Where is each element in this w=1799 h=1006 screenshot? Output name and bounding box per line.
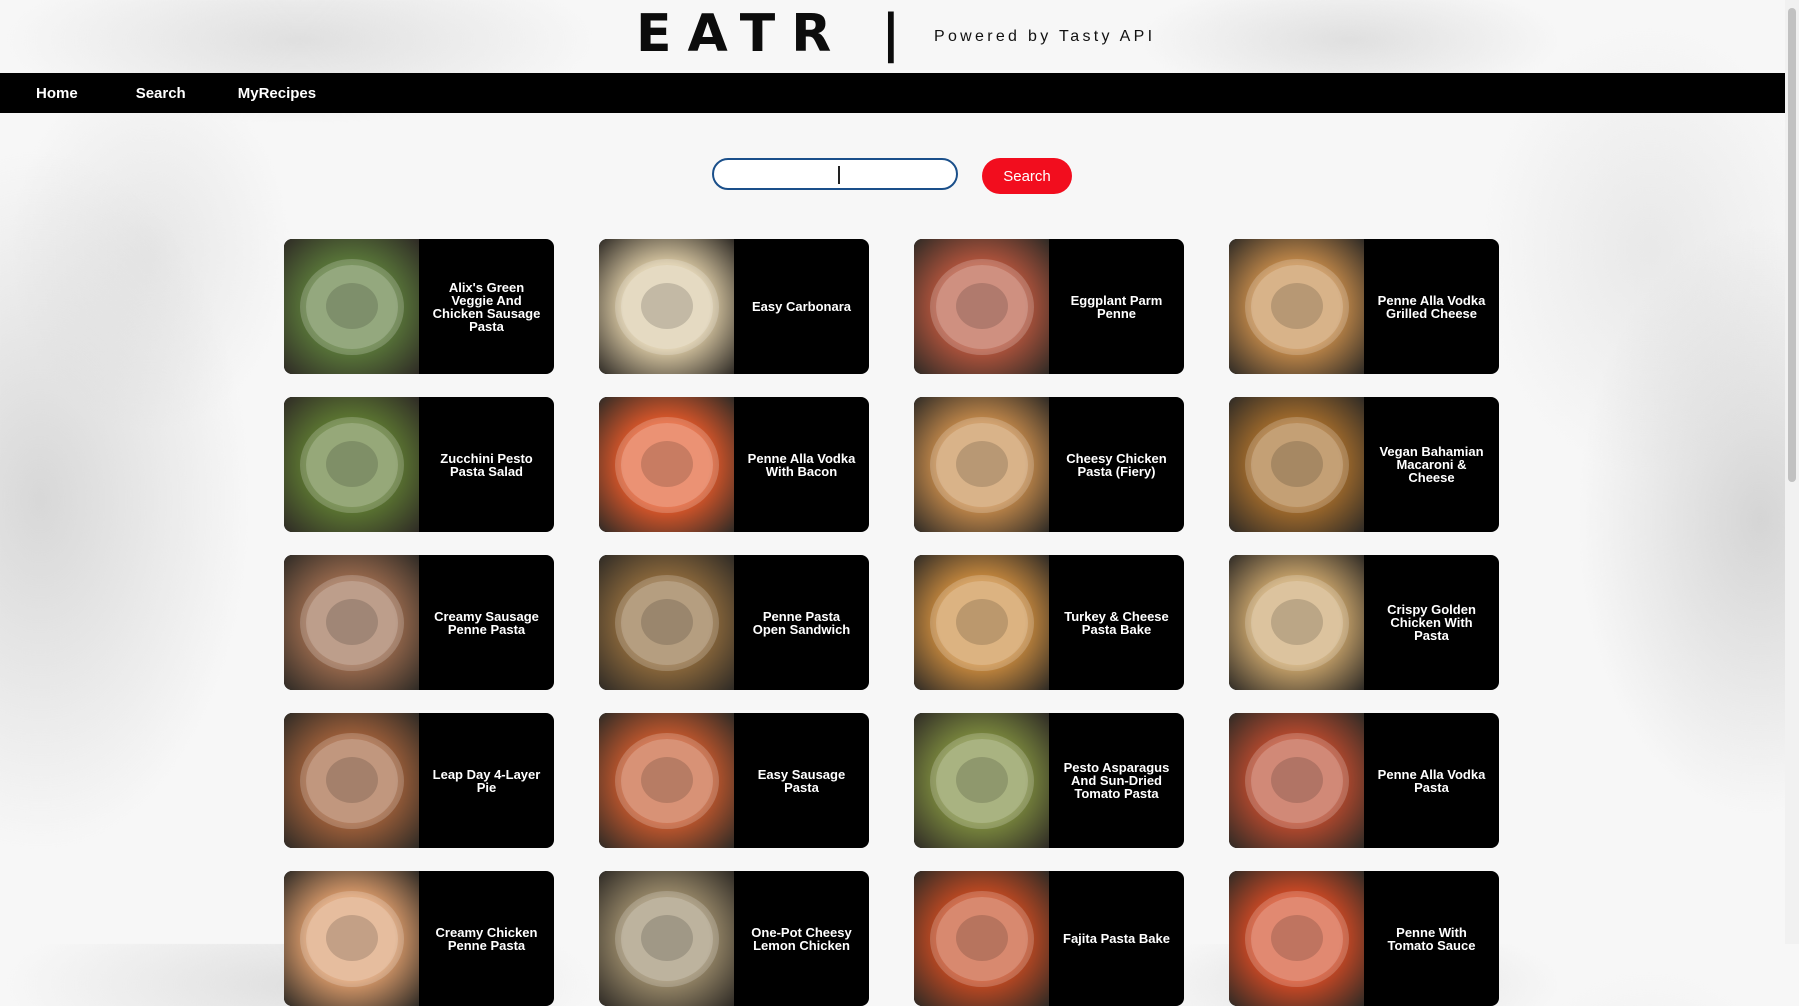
recipe-title: Penne Alla Vodka With Bacon [747, 450, 856, 479]
recipe-title: Penne Alla Vodka Pasta [1377, 766, 1486, 795]
recipe-image [599, 397, 734, 532]
recipe-title: Penne With Tomato Sauce [1387, 924, 1476, 953]
recipe-title: Leap Day 4-Layer Pie [432, 766, 541, 795]
recipe-card[interactable]: Turkey & Cheese Pasta Bake [914, 555, 1184, 690]
recipe-title: Pesto Asparagus And Sun-Dried Tomato Pas… [1063, 760, 1170, 801]
recipe-image [1229, 871, 1364, 1006]
tagline: Powered by Tasty API [934, 28, 1156, 45]
recipe-image [914, 239, 1049, 374]
recipe-card[interactable]: Pesto Asparagus And Sun-Dried Tomato Pas… [914, 713, 1184, 848]
recipe-image [599, 555, 734, 690]
recipe-title: Turkey & Cheese Pasta Bake [1064, 608, 1169, 637]
recipe-card[interactable]: Eggplant Parm Penne [914, 239, 1184, 374]
recipe-title: One-Pot Cheesy Lemon Chicken [751, 924, 852, 953]
recipe-card[interactable]: Penne Alla Vodka With Bacon [599, 397, 869, 532]
search-input[interactable] [712, 158, 958, 190]
header: EATR | Powered by Tasty API [0, 0, 1785, 73]
recipe-card[interactable]: Vegan Bahamian Macaroni & Cheese [1229, 397, 1499, 532]
scrollbar[interactable] [1785, 0, 1799, 944]
recipe-title: Creamy Chicken Penne Pasta [435, 924, 538, 953]
recipe-card[interactable]: Fajita Pasta Bake [914, 871, 1184, 1006]
navbar: Home Search MyRecipes [0, 73, 1785, 113]
recipe-title: Cheesy Chicken Pasta (Fiery) [1066, 450, 1167, 479]
recipe-title: Alix's Green Veggie And Chicken Sausage … [432, 279, 541, 334]
recipe-image [599, 239, 734, 374]
recipe-image [284, 713, 419, 848]
recipe-card[interactable]: Penne Alla Vodka Grilled Cheese [1229, 239, 1499, 374]
recipe-image [1229, 239, 1364, 374]
recipe-image [914, 555, 1049, 690]
scrollbar-thumb[interactable] [1788, 8, 1796, 482]
recipe-card[interactable]: Easy Sausage Pasta [599, 713, 869, 848]
recipe-title: Crispy Golden Chicken With Pasta [1387, 602, 1476, 643]
recipe-title: Fajita Pasta Bake [1063, 931, 1170, 946]
recipe-title: Penne Pasta Open Sandwich [752, 608, 851, 637]
nav-home-link[interactable]: Home [36, 85, 78, 102]
recipe-title: Eggplant Parm Penne [1070, 292, 1163, 321]
recipe-image [284, 239, 419, 374]
recipe-title: Creamy Sausage Penne Pasta [434, 608, 539, 637]
recipe-title: Penne Alla Vodka Grilled Cheese [1377, 292, 1486, 321]
search-button[interactable]: Search [982, 158, 1072, 194]
recipe-image [1229, 713, 1364, 848]
recipe-card[interactable]: Leap Day 4-Layer Pie [284, 713, 554, 848]
recipe-image [599, 713, 734, 848]
recipe-card[interactable]: Alix's Green Veggie And Chicken Sausage … [284, 239, 554, 374]
recipe-title: Easy Carbonara [752, 299, 851, 314]
recipe-grid: Alix's Green Veggie And Chicken Sausage … [284, 239, 1500, 1006]
text-cursor [838, 166, 840, 184]
nav-my-recipes-link[interactable]: MyRecipes [238, 85, 316, 102]
recipe-card[interactable]: Crispy Golden Chicken With Pasta [1229, 555, 1499, 690]
recipe-card[interactable]: Penne With Tomato Sauce [1229, 871, 1499, 1006]
recipe-card[interactable]: Zucchini Pesto Pasta Salad [284, 397, 554, 532]
recipe-card[interactable]: Creamy Chicken Penne Pasta [284, 871, 554, 1006]
nav-search-link[interactable]: Search [136, 85, 186, 102]
recipe-card[interactable]: Easy Carbonara [599, 239, 869, 374]
recipe-image [284, 871, 419, 1006]
recipe-card[interactable]: Creamy Sausage Penne Pasta [284, 555, 554, 690]
recipe-image [599, 871, 734, 1006]
recipe-image [1229, 397, 1364, 532]
site-logo[interactable]: EATR | [636, 2, 916, 66]
recipe-image [914, 713, 1049, 848]
recipe-title: Vegan Bahamian Macaroni & Cheese [1379, 444, 1484, 485]
recipe-title: Zucchini Pesto Pasta Salad [440, 450, 533, 479]
recipe-card[interactable]: Cheesy Chicken Pasta (Fiery) [914, 397, 1184, 532]
recipe-card[interactable]: Penne Alla Vodka Pasta [1229, 713, 1499, 848]
recipe-image [284, 555, 419, 690]
recipe-image [914, 871, 1049, 1006]
recipe-image [284, 397, 419, 532]
recipe-card[interactable]: Penne Pasta Open Sandwich [599, 555, 869, 690]
recipe-image [914, 397, 1049, 532]
recipe-image [1229, 555, 1364, 690]
recipe-title: Easy Sausage Pasta [757, 766, 846, 795]
recipe-card[interactable]: One-Pot Cheesy Lemon Chicken [599, 871, 869, 1006]
